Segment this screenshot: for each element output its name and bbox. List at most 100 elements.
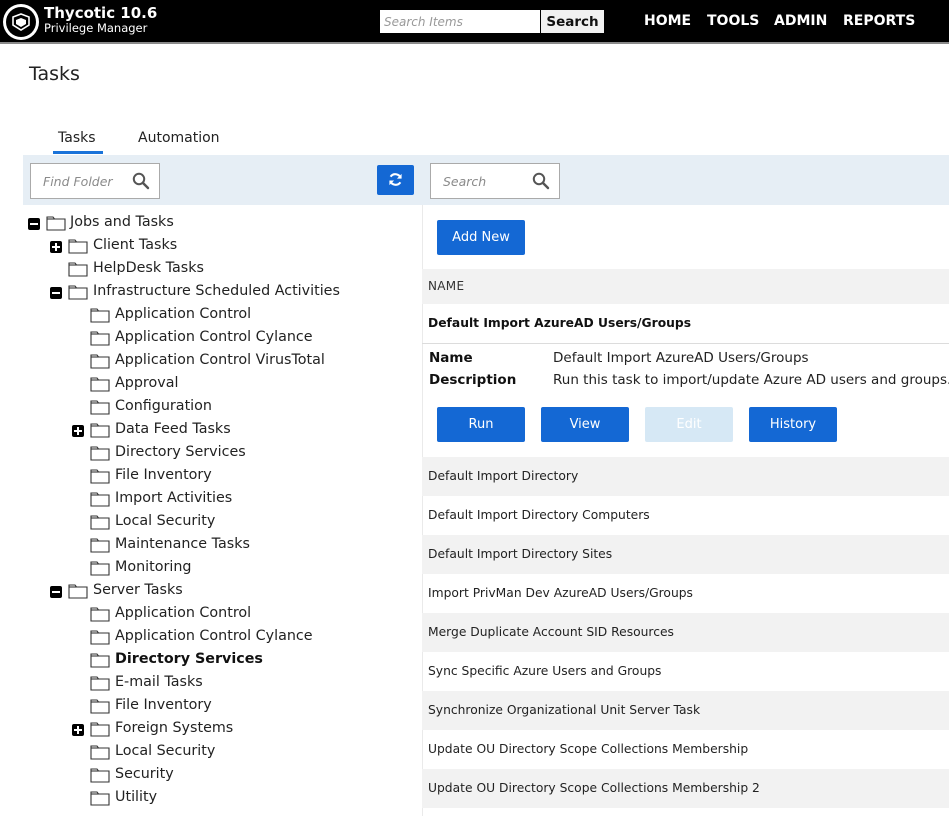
tree-item[interactable]: E-mail Tasks (0, 673, 420, 695)
task-row[interactable]: Default Import Directory (422, 457, 949, 496)
tree-item[interactable]: Data Feed Tasks (0, 420, 420, 442)
tree-item-label: Foreign Systems (115, 720, 234, 736)
tree-item-label: Local Security (115, 743, 216, 759)
brand-subtitle: Privilege Manager (44, 21, 148, 35)
tree-item[interactable]: Utility (0, 788, 420, 810)
folder-icon (90, 766, 110, 783)
tree-item[interactable]: Application Control Cylance (0, 328, 420, 350)
expand-icon[interactable] (50, 241, 62, 253)
task-name: Merge Duplicate Account SID Resources (428, 625, 674, 639)
tree-item[interactable]: File Inventory (0, 466, 420, 488)
tree-item[interactable]: Local Security (0, 742, 420, 764)
task-name: Sync Specific Azure Users and Groups (428, 664, 662, 678)
refresh-button[interactable] (377, 165, 414, 195)
tree-item-label: Infrastructure Scheduled Activities (93, 283, 340, 299)
expand-icon[interactable] (72, 425, 84, 437)
tree-item[interactable]: Application Control VirusTotal (0, 351, 420, 373)
folder-icon (90, 720, 110, 737)
thycotic-logo-icon[interactable] (3, 4, 39, 40)
tree-item[interactable]: Application Control Cylance (0, 627, 420, 649)
collapse-icon[interactable] (28, 218, 40, 230)
folder-icon (68, 260, 88, 277)
folder-icon (90, 674, 110, 691)
search-icon[interactable] (532, 172, 550, 190)
tree-item[interactable]: Client Tasks (0, 236, 420, 258)
run-button[interactable]: Run (437, 407, 525, 442)
tree-item-label: Directory Services (115, 651, 263, 667)
folder-icon (90, 467, 110, 484)
tree-item-label: File Inventory (115, 467, 212, 483)
folder-icon (90, 743, 110, 760)
tree-item-label: Data Feed Tasks (115, 421, 231, 437)
name-column-label: NAME (428, 279, 465, 293)
tree-item-label: Monitoring (115, 559, 192, 575)
tree-item[interactable]: Application Control (0, 305, 420, 327)
task-row[interactable]: Update OU Directory Scope Collections Me… (422, 730, 949, 769)
nav-tools[interactable]: TOOLS (707, 13, 759, 29)
nav-home[interactable]: HOME (644, 13, 691, 29)
tree-item-label: File Inventory (115, 697, 212, 713)
folder-icon (46, 214, 66, 231)
search-icon[interactable] (132, 172, 150, 190)
tree-item-label: HelpDesk Tasks (93, 260, 204, 276)
folder-icon (90, 375, 110, 392)
task-row[interactable]: Default Import Directory Sites (422, 535, 949, 574)
tree-item[interactable]: Infrastructure Scheduled Activities (0, 282, 420, 304)
tree-item[interactable]: Maintenance Tasks (0, 535, 420, 557)
add-new-button[interactable]: Add New (437, 220, 525, 255)
task-row[interactable]: Synchronize Organizational Unit Server T… (422, 691, 949, 730)
tree-item[interactable]: Directory Services (0, 443, 420, 465)
tree-item[interactable]: Monitoring (0, 558, 420, 580)
tab-tasks[interactable]: Tasks (58, 130, 96, 146)
top-navigation-bar: Thycotic 10.6 Privilege Manager Search H… (0, 0, 949, 44)
history-button[interactable]: History (749, 407, 837, 442)
task-row[interactable]: Default Import Directory Computers (422, 496, 949, 535)
tree-item-label: Directory Services (115, 444, 246, 460)
expand-icon[interactable] (72, 724, 84, 736)
task-name: Update OU Directory Scope Collections Me… (428, 742, 749, 756)
refresh-icon (389, 173, 402, 186)
tree-item-label: Client Tasks (93, 237, 178, 253)
collapse-icon[interactable] (50, 586, 62, 598)
tree-item[interactable]: File Inventory (0, 696, 420, 718)
task-row[interactable]: Import PrivMan Dev AzureAD Users/Groups (422, 574, 949, 613)
description-label: Description (429, 372, 517, 388)
task-name: Update OU Directory Scope Collections Me… (428, 781, 760, 795)
tree-item[interactable]: Security (0, 765, 420, 787)
tree-item[interactable]: HelpDesk Tasks (0, 259, 420, 281)
tab-automation[interactable]: Automation (138, 130, 220, 146)
nav-reports[interactable]: REPORTS (843, 13, 915, 29)
page-title: Tasks (29, 63, 80, 85)
task-name: Synchronize Organizational Unit Server T… (428, 703, 701, 717)
edit-button: Edit (645, 407, 733, 442)
tree-item-label: Utility (115, 789, 158, 805)
tree-item[interactable]: Application Control (0, 604, 420, 626)
folder-icon (90, 513, 110, 530)
name-label: Name (429, 350, 473, 366)
description-value: Run this task to import/update Azure AD … (553, 372, 949, 388)
task-row[interactable]: Sync Specific Azure Users and Groups (422, 652, 949, 691)
selected-task-title[interactable]: Default Import AzureAD Users/Groups (428, 316, 691, 330)
folder-icon (90, 421, 110, 438)
folder-icon (90, 559, 110, 576)
tree-item[interactable]: Configuration (0, 397, 420, 419)
tree-item[interactable]: Foreign Systems (0, 719, 420, 741)
tree-item[interactable]: Jobs and Tasks (0, 213, 420, 235)
name-column-header[interactable]: NAME (422, 269, 949, 304)
task-row[interactable]: Merge Duplicate Account SID Resources (422, 613, 949, 652)
tree-item-label: E-mail Tasks (115, 674, 203, 690)
folder-icon (68, 283, 88, 300)
tree-item[interactable]: Directory Services (0, 650, 420, 672)
collapse-icon[interactable] (50, 287, 62, 299)
tree-item[interactable]: Local Security (0, 512, 420, 534)
search-button[interactable]: Search (541, 10, 604, 33)
nav-admin[interactable]: ADMIN (774, 13, 827, 29)
view-button[interactable]: View (541, 407, 629, 442)
tree-item[interactable]: Approval (0, 374, 420, 396)
task-name: Default Import Directory Computers (428, 508, 650, 522)
task-row[interactable]: Update OU Directory Scope Collections Me… (422, 769, 949, 808)
task-name: Default Import Directory Sites (428, 547, 613, 561)
search-items-input[interactable] (380, 10, 540, 33)
tree-item[interactable]: Server Tasks (0, 581, 420, 603)
tree-item[interactable]: Import Activities (0, 489, 420, 511)
